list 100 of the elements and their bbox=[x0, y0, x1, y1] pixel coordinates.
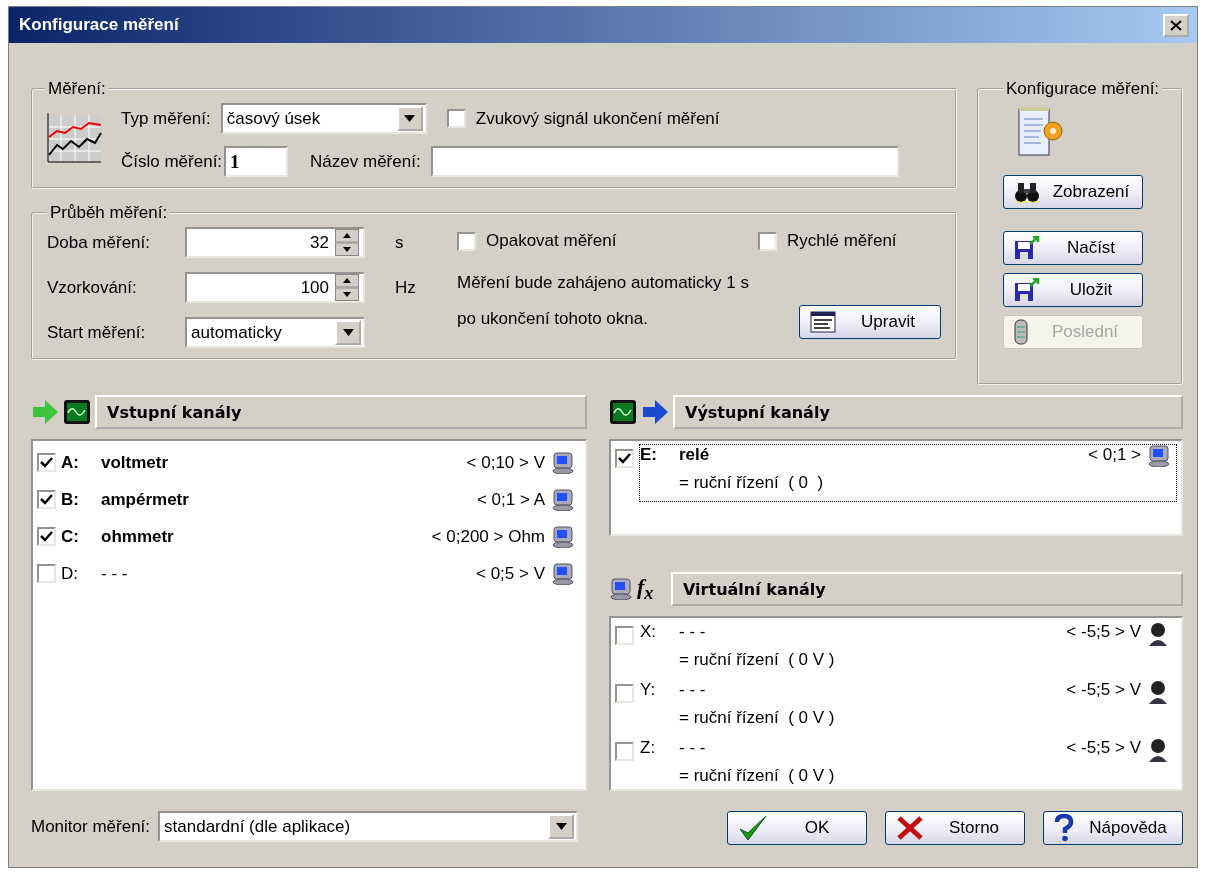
channel-name: - - - bbox=[679, 738, 707, 759]
field-label: Číslo měření: bbox=[121, 151, 223, 172]
person-icon bbox=[1147, 738, 1169, 762]
spin-buttons-icon[interactable] bbox=[335, 229, 359, 256]
person-icon bbox=[1147, 680, 1169, 704]
number-spinner[interactable]: 100 bbox=[185, 272, 365, 303]
channel-list[interactable]: A: voltmetr < 0;10 > V B: ampérmetr < 0;1 > A C: ohmmetr < 0;200 > Ohm D: - - - < 0;5 > V bbox=[31, 439, 587, 791]
channel-control: = ruční řízení ( 0 V ) bbox=[679, 708, 1147, 736]
channel-id: E: bbox=[640, 445, 658, 466]
panel-header: Vstupní kanály bbox=[95, 395, 587, 429]
channel-id: D: bbox=[61, 563, 79, 584]
field-label: Název měření: bbox=[310, 151, 421, 172]
dialog-button[interactable]: Nápověda bbox=[1043, 811, 1183, 845]
channel-item[interactable]: Y: - - - < -5;5 > V = ruční řízení ( 0 V ) bbox=[639, 679, 1177, 737]
computer-icon bbox=[551, 488, 575, 511]
edit-button[interactable]: Upravit bbox=[799, 305, 941, 339]
help-icon bbox=[1054, 814, 1074, 842]
channel-control: = ruční řízení ( 0 V ) bbox=[679, 650, 1147, 678]
group-title: Průběh měření: bbox=[49, 203, 169, 223]
checkbox[interactable] bbox=[758, 231, 777, 251]
checkbox[interactable] bbox=[37, 453, 56, 472]
channel-id: B: bbox=[61, 489, 80, 510]
channel-list[interactable]: X: - - - < -5;5 > V = ruční řízení ( 0 V ) Y: - - - < -5;5 > V = ruční řízení ( 0 V ) Z: - - - < -5;5 > V = ruční řízení ( 0 V ) bbox=[609, 616, 1183, 791]
oscilloscope-icon bbox=[609, 399, 637, 425]
unit-label: s bbox=[395, 232, 404, 253]
capsule-icon bbox=[1014, 319, 1028, 345]
channel-name: - - - bbox=[101, 563, 129, 584]
checkbox-label: Zvukový signál ukončení měření bbox=[475, 108, 720, 129]
channel-item[interactable]: X: - - - < -5;5 > V = ruční řízení ( 0 V ) bbox=[639, 621, 1177, 679]
dropdown-button[interactable] bbox=[396, 106, 423, 131]
checkbox[interactable] bbox=[615, 626, 634, 645]
field-label: Start měření: bbox=[47, 322, 147, 343]
checkbox[interactable] bbox=[457, 231, 476, 251]
checkbox[interactable] bbox=[37, 527, 56, 546]
person-icon bbox=[1147, 622, 1169, 646]
config-button[interactable]: Načíst bbox=[1003, 231, 1143, 265]
group-title: Měření: bbox=[47, 79, 107, 99]
channel-name: - - - bbox=[679, 622, 707, 643]
arrow-right-icon bbox=[641, 399, 669, 425]
channel-name: ohmmetr bbox=[101, 526, 175, 547]
caret-icon bbox=[342, 329, 354, 336]
monitor-dropdown[interactable]: standardní (dle aplikace) bbox=[158, 811, 579, 842]
channel-id: C: bbox=[61, 526, 80, 547]
number-field[interactable]: 1 bbox=[224, 146, 289, 177]
spin-buttons-icon[interactable] bbox=[335, 274, 359, 301]
checkbox-label: Rychlé měření bbox=[787, 231, 897, 251]
channel-name: voltmetr bbox=[101, 452, 170, 473]
channel-name: relé bbox=[679, 445, 711, 466]
caret-icon bbox=[555, 823, 567, 830]
computer-icon bbox=[551, 562, 575, 585]
config-button[interactable]: Zobrazení bbox=[1003, 175, 1143, 209]
computer-icon bbox=[1147, 445, 1171, 467]
start-dropdown[interactable]: automaticky bbox=[185, 317, 365, 348]
field-label: Vzorkování: bbox=[47, 277, 138, 298]
channel-range: < 0;1 > A bbox=[476, 489, 546, 510]
panel-header: Virtuální kanály bbox=[671, 572, 1183, 606]
channel-range: < -5;5 > V bbox=[1066, 622, 1142, 643]
checkbox[interactable] bbox=[37, 490, 56, 509]
channel-id: Z: bbox=[640, 738, 657, 759]
config-button[interactable]: Uložit bbox=[1003, 273, 1143, 307]
checkbox[interactable] bbox=[615, 449, 634, 468]
binoculars-icon bbox=[1014, 181, 1040, 203]
channel-item[interactable]: E: relé < 0;1 > = ruční řízení ( 0 ) bbox=[639, 444, 1177, 502]
floppy-disk-icon bbox=[1014, 236, 1040, 260]
floppy-disk-icon bbox=[1014, 278, 1040, 302]
arrow-right-icon bbox=[31, 399, 59, 425]
type-dropdown[interactable]: časový úsek bbox=[220, 103, 427, 134]
channel-name: - - - bbox=[679, 680, 707, 701]
dropdown-button[interactable] bbox=[548, 814, 575, 839]
caret-icon bbox=[404, 115, 416, 122]
computer-icon bbox=[551, 451, 575, 474]
channel-range: < -5;5 > V bbox=[1066, 680, 1142, 701]
window-icon bbox=[810, 311, 836, 333]
field-label: Monitor měření: bbox=[31, 816, 151, 837]
number-spinner[interactable]: 32 bbox=[185, 227, 365, 258]
computer-icon bbox=[609, 578, 633, 600]
channel-range: < 0;5 > V bbox=[476, 563, 546, 584]
function-symbol: f$_{x}$ bbox=[637, 573, 655, 605]
checkbox-label: Opakovat měření bbox=[486, 231, 618, 251]
field-label: Doba měření: bbox=[47, 232, 151, 253]
group-title: Konfigurace měření: bbox=[1005, 79, 1161, 99]
computer-icon bbox=[551, 525, 575, 548]
close-button[interactable] bbox=[1163, 13, 1189, 37]
dialog-button[interactable]: Storno bbox=[885, 811, 1025, 845]
channel-control: = ruční řízení ( 0 V ) bbox=[679, 766, 1147, 794]
checkbox[interactable] bbox=[615, 684, 634, 703]
info-text: po ukončení tohoto okna. bbox=[457, 309, 648, 329]
dialog-button[interactable]: OK bbox=[727, 811, 867, 845]
oscilloscope-icon bbox=[63, 399, 91, 425]
name-field[interactable] bbox=[430, 146, 899, 177]
channel-list[interactable]: E: relé < 0;1 > = ruční řízení ( 0 ) bbox=[609, 439, 1183, 536]
dropdown-button[interactable] bbox=[335, 320, 361, 345]
channel-name: ampérmetr bbox=[101, 489, 190, 510]
unit-label: Hz bbox=[395, 277, 416, 298]
channel-range: < 0;1 > bbox=[1088, 445, 1142, 466]
checkbox[interactable] bbox=[446, 109, 466, 128]
check-icon bbox=[738, 814, 768, 842]
channel-control: = ruční řízení ( 0 ) bbox=[679, 473, 1147, 501]
checkbox[interactable] bbox=[37, 564, 56, 583]
checkbox[interactable] bbox=[615, 742, 634, 761]
